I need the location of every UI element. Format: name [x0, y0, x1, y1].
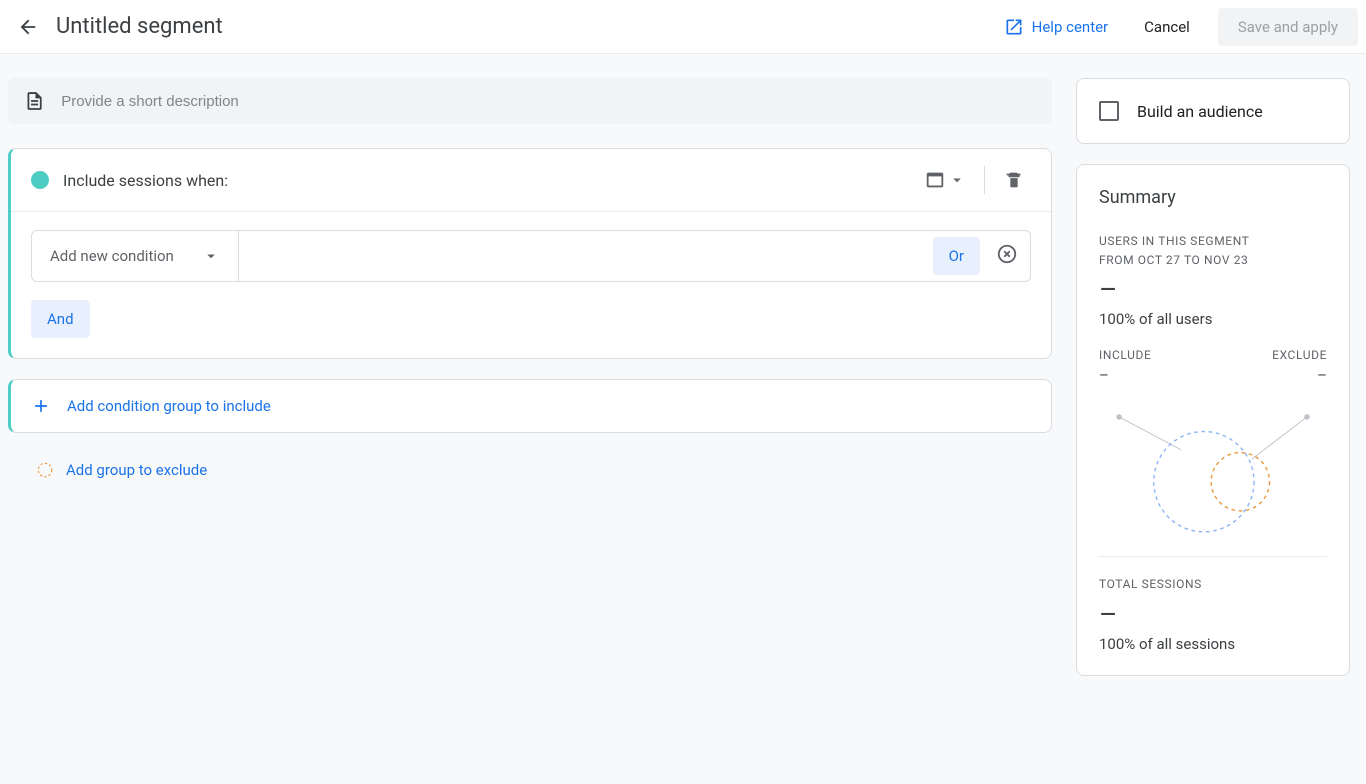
close-circle-icon: [996, 243, 1018, 265]
description-bar[interactable]: [8, 78, 1052, 124]
exclude-value: –: [1317, 366, 1327, 384]
caret-down-icon: [948, 171, 966, 189]
arrow-left-icon: [17, 16, 39, 38]
save-and-apply-button: Save and apply: [1218, 8, 1358, 46]
dashed-circle-icon: [36, 461, 54, 479]
venn-diagram: [1099, 398, 1327, 538]
include-card-body: Add new condition Or And: [11, 212, 1051, 358]
summary-card: Summary USERS IN THIS SEGMENT FROM OCT 2…: [1076, 164, 1350, 676]
side-column: Build an audience Summary USERS IN THIS …: [1076, 54, 1366, 784]
open-in-new-icon: [1004, 17, 1024, 37]
add-condition-group-button[interactable]: Add condition group to include: [8, 379, 1052, 433]
summary-title: Summary: [1099, 187, 1327, 208]
exclude-label: EXCLUDE: [1272, 348, 1327, 362]
include-group-card: Include sessions when: Add new condition: [8, 148, 1052, 359]
users-segment-value: –: [1099, 276, 1327, 304]
add-condition-label: Add new condition: [50, 247, 174, 265]
summary-divider: [1099, 556, 1327, 557]
or-button[interactable]: Or: [933, 237, 980, 275]
add-exclude-group-button[interactable]: Add group to exclude: [8, 461, 1052, 479]
cancel-button[interactable]: Cancel: [1132, 10, 1202, 44]
plus-icon: [31, 396, 51, 416]
include-label: INCLUDE: [1099, 348, 1151, 362]
caret-down-icon: [202, 247, 220, 265]
body: Include sessions when: Add new condition: [0, 54, 1366, 784]
exclude-link-label: Add group to exclude: [66, 461, 207, 479]
total-sessions-value: –: [1099, 601, 1327, 629]
page-title[interactable]: Untitled segment: [56, 14, 223, 39]
sessions-percent-text: 100% of all sessions: [1099, 635, 1327, 653]
remove-condition-button[interactable]: [996, 243, 1018, 269]
help-center-link[interactable]: Help center: [1004, 17, 1108, 37]
back-button[interactable]: [8, 7, 48, 47]
build-audience-label: Build an audience: [1137, 102, 1263, 121]
build-audience-checkbox[interactable]: [1099, 101, 1119, 121]
include-card-header: Include sessions when:: [11, 149, 1051, 212]
delete-group-button[interactable]: [997, 163, 1031, 197]
include-indicator-dot: [31, 171, 49, 189]
trash-icon: [1003, 169, 1025, 191]
users-segment-label-2: FROM OCT 27 TO NOV 23: [1099, 251, 1327, 270]
total-sessions-label: TOTAL SESSIONS: [1099, 575, 1327, 594]
and-button[interactable]: And: [31, 300, 90, 338]
app-header: Untitled segment Help center Cancel Save…: [0, 0, 1366, 54]
include-card-title: Include sessions when:: [63, 171, 918, 190]
build-audience-card: Build an audience: [1076, 78, 1350, 144]
users-percent-text: 100% of all users: [1099, 310, 1327, 328]
build-audience-option[interactable]: Build an audience: [1099, 101, 1327, 121]
main-column: Include sessions when: Add new condition: [0, 54, 1076, 784]
users-segment-label-1: USERS IN THIS SEGMENT: [1099, 232, 1327, 251]
web-asset-icon: [924, 169, 946, 191]
include-exclude-header: INCLUDE EXCLUDE: [1099, 348, 1327, 362]
add-group-label: Add condition group to include: [67, 397, 271, 415]
description-input[interactable]: [61, 93, 1036, 110]
header-divider: [984, 166, 985, 194]
scope-selector-button[interactable]: [918, 163, 972, 197]
include-value: –: [1099, 366, 1109, 384]
include-exclude-values: – –: [1099, 366, 1327, 384]
description-icon: [24, 90, 45, 112]
help-center-label: Help center: [1032, 18, 1108, 36]
condition-row: Add new condition Or: [31, 230, 1031, 282]
add-new-condition-button[interactable]: Add new condition: [32, 231, 239, 281]
